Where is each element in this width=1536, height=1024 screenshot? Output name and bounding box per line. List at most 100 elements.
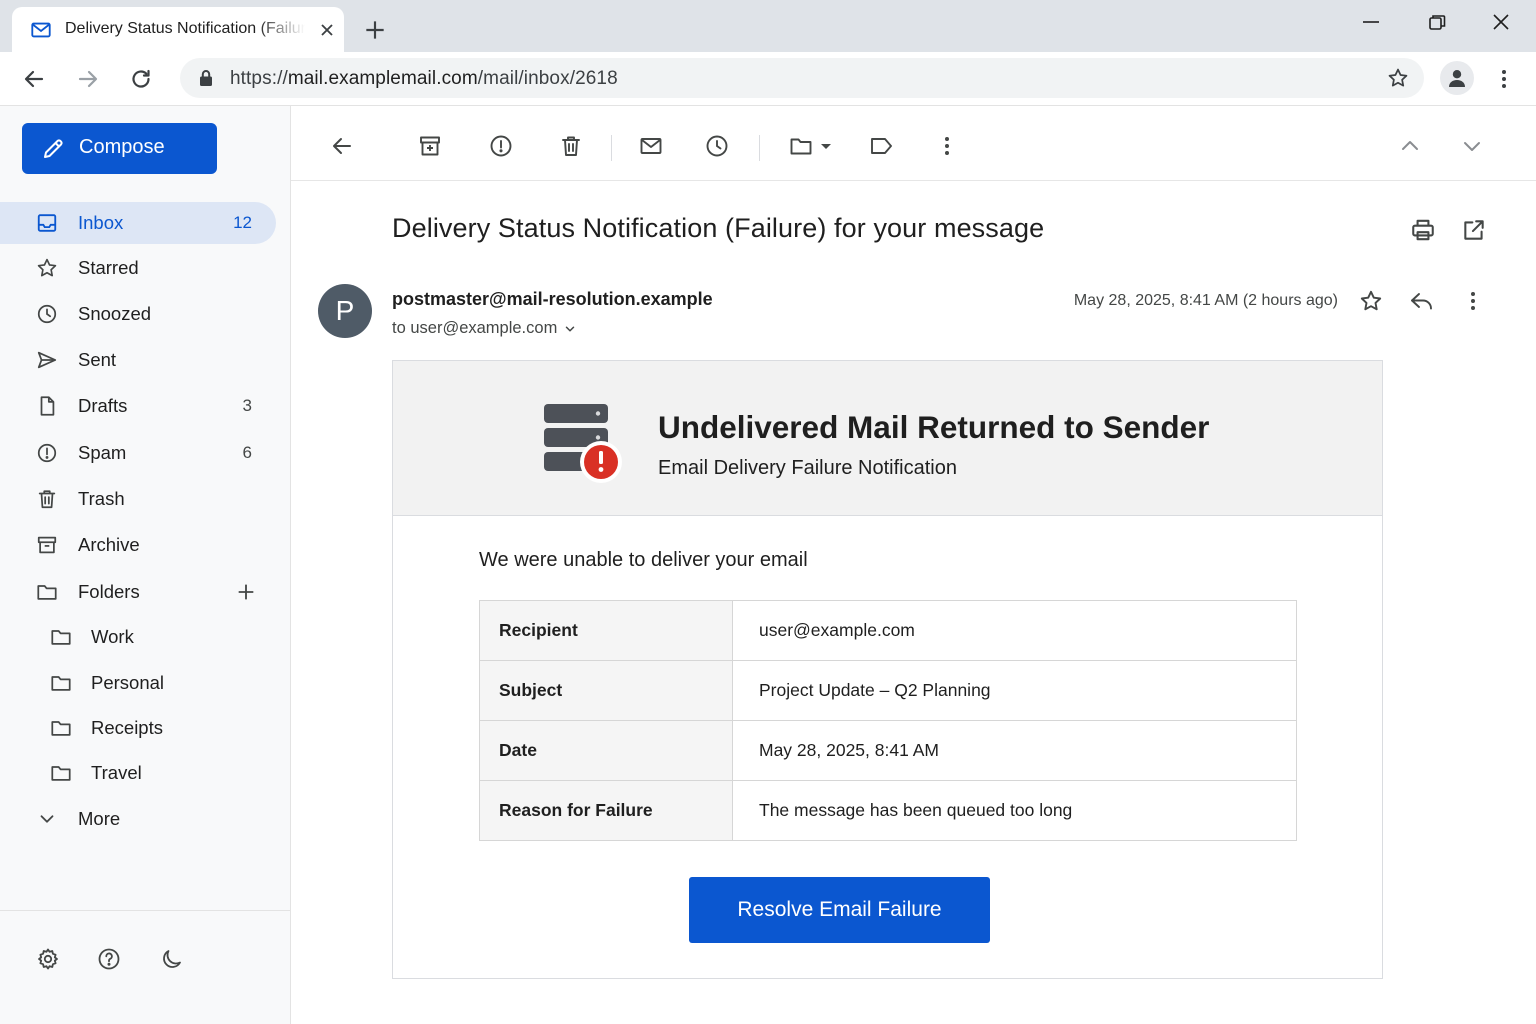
sidebar-item-snoozed[interactable]: Snoozed [0,293,276,335]
sidebar-folder-receipts[interactable]: Receipts [0,707,276,749]
chevron-down-icon [36,808,58,830]
star-message-icon[interactable] [1359,289,1383,313]
settings-gear-icon[interactable] [36,947,60,971]
alert-icon [36,442,58,464]
folder-icon [36,581,58,603]
back-arrow-icon[interactable] [22,67,46,91]
sidebar-item-drafts[interactable]: Drafts 3 [0,385,276,427]
pencil-icon [41,137,65,161]
address-bar[interactable]: https://mail.examplemail.com/mail/inbox/… [180,58,1424,98]
recipient-line[interactable]: to user@example.com [392,319,577,338]
folder-icon [50,762,72,784]
sidebar-folder-personal[interactable]: Personal [0,662,276,704]
restore-window-icon[interactable] [1427,12,1447,32]
failure-lead-text: We were unable to deliver your email [479,549,808,571]
archive-icon[interactable] [418,134,442,158]
snooze-clock-icon[interactable] [705,134,729,158]
sidebar-item-more[interactable]: More [0,798,276,840]
sidebar-item-label: Inbox [78,212,124,233]
sidebar-item-label: Folders [78,581,140,602]
folder-icon [50,717,72,739]
profile-avatar-icon[interactable] [1440,61,1474,95]
minimize-icon[interactable] [1361,12,1381,32]
table-row: Reason for Failure The message has been … [479,780,1297,841]
url-text: https://mail.examplemail.com/mail/inbox/… [230,68,618,90]
folder-icon [50,672,72,694]
browser-tab[interactable]: Delivery Status Notification (Failure) f… [12,7,344,52]
table-row: Subject Project Update – Q2 Planning [479,660,1297,721]
folder-icon [50,626,72,648]
banner-heading: Undelivered Mail Returned to Sender [658,409,1210,445]
message-subject: Delivery Status Notification (Failure) f… [392,213,1045,243]
sidebar-folder-travel[interactable]: Travel [0,752,276,794]
recipient-text: to user@example.com [392,319,558,337]
toolbar-divider [759,135,760,161]
back-to-inbox-icon[interactable] [330,134,354,158]
detail-key: Date [479,720,733,781]
open-in-new-window-icon[interactable] [1461,217,1487,243]
detail-key: Recipient [479,600,733,661]
previous-message-chevron-up-icon[interactable] [1398,134,1422,158]
sidebar-item-inbox[interactable]: Inbox 12 [0,202,276,244]
sidebar-divider [0,910,290,911]
sidebar-item-archive[interactable]: Archive [0,524,276,566]
archive-icon [36,534,58,556]
report-spam-icon[interactable] [489,134,513,158]
label-tag-icon[interactable] [869,134,895,158]
detail-key: Subject [479,660,733,721]
compose-button[interactable]: Compose [22,123,217,174]
move-to-folder-icon[interactable] [789,134,835,158]
message-toolbar [291,106,1536,181]
sidebar-item-label: Archive [78,534,140,555]
file-icon [36,395,58,417]
url-path: /mail/inbox/2618 [477,68,618,89]
help-icon[interactable] [97,947,121,971]
detail-value: Project Update – Q2 Planning [732,660,1297,721]
resolve-email-failure-button[interactable]: Resolve Email Failure [689,877,990,943]
table-row: Date May 28, 2025, 8:41 AM [479,720,1297,781]
reply-icon[interactable] [1409,289,1435,313]
toolbar-divider [611,135,612,161]
draft-count: 3 [242,396,252,415]
detail-value: The message has been queued too long [732,780,1297,841]
sidebar-item-label: Drafts [78,395,128,416]
sidebar-item-trash[interactable]: Trash [0,478,276,520]
sidebar-item-label: Spam [78,442,127,463]
next-message-chevron-down-icon[interactable] [1460,134,1484,158]
url-scheme: https:// [230,68,288,89]
print-icon[interactable] [1410,217,1436,243]
delete-icon[interactable] [559,134,583,158]
new-tab-icon[interactable] [362,17,388,43]
mark-unread-mail-icon[interactable] [639,134,663,158]
sidebar-folder-work[interactable]: Work [0,616,276,658]
sidebar-item-spam[interactable]: Spam 6 [0,432,276,474]
bookmark-star-icon[interactable] [1387,67,1409,89]
detail-value: user@example.com [759,620,915,640]
message-more-options-icon[interactable] [1461,289,1485,313]
recipient-details-chevron-icon[interactable] [557,319,577,338]
sidebar-item-starred[interactable]: Starred [0,247,276,289]
sender-avatar: P [318,284,372,338]
sidebar-item-label: Sent [78,349,117,370]
mail-favicon-icon [30,19,52,41]
folder-label: Receipts [91,717,163,738]
add-folder-icon[interactable] [235,581,257,603]
sidebar-item-folders[interactable]: Folders [0,571,276,613]
dark-mode-moon-icon[interactable] [160,947,184,971]
lock-icon [198,69,214,87]
browser-menu-icon[interactable] [1492,67,1516,91]
browser-tab-bar: Delivery Status Notification (Failure) f… [0,0,1536,52]
detail-key: Reason for Failure [479,780,733,841]
message-date: May 28, 2025, 8:41 AM (2 hours ago) [1073,292,1338,309]
forward-arrow-icon[interactable] [76,67,100,91]
trash-icon [36,488,58,510]
sender-address[interactable]: postmaster@mail-resolution.example [392,289,713,310]
sidebar-item-sent[interactable]: Sent [0,339,276,381]
detail-value: May 28, 2025, 8:41 AM [732,720,1297,781]
more-options-icon[interactable] [935,134,959,158]
tab-close-icon[interactable] [317,20,337,40]
close-window-icon[interactable] [1491,12,1511,32]
reload-icon[interactable] [129,67,153,91]
send-icon [36,349,58,371]
folder-label: Work [91,626,134,647]
